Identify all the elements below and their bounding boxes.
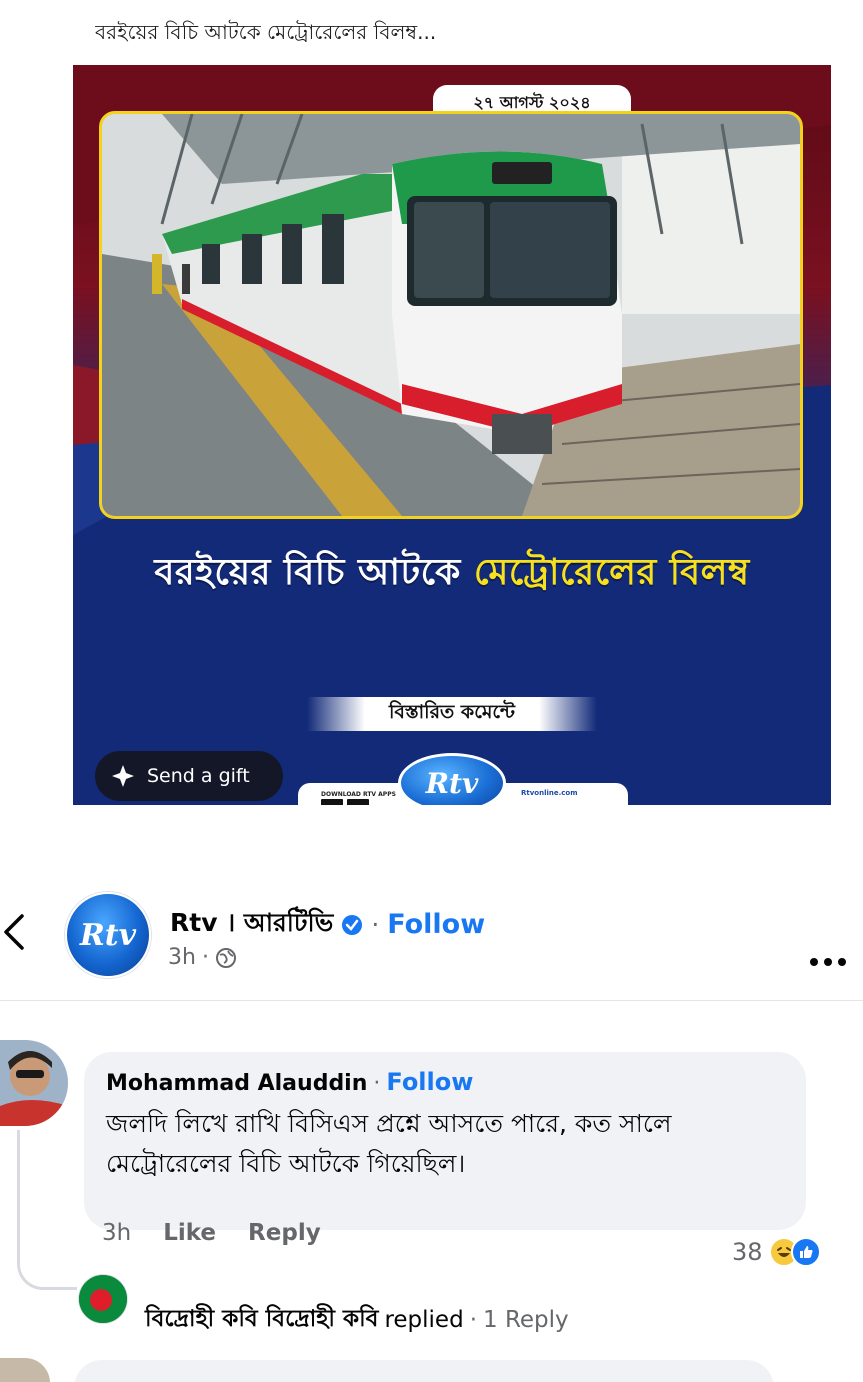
back-icon[interactable] <box>0 910 30 954</box>
replier-name: বিদ্রোহী কবি বিদ্রোহী কবি <box>145 1306 379 1332</box>
post-caption: বরইয়ের বিচি আটকে মেট্রোরেলের বিলম্ব... <box>95 20 437 44</box>
headline-yellow: মেট্রোরেলের বিলম্ব <box>473 552 750 593</box>
meta-dot: · <box>201 945 209 970</box>
comment-text: জলদি লিখে রাখি বিসিএস প্রশ্নে আসতে পারে,… <box>106 1109 672 1178</box>
follow-page-button[interactable]: Follow <box>387 909 485 940</box>
reply-verb: replied <box>384 1306 464 1333</box>
next-comment-bubble <box>74 1360 774 1382</box>
rtv-logo: Rtv <box>398 753 506 805</box>
comment-author-row: Mohammad Alauddin · Follow <box>106 1068 784 1096</box>
comment-reply-button[interactable]: Reply <box>248 1220 321 1246</box>
header-divider <box>0 1000 863 1030</box>
metro-train-photo <box>99 111 803 519</box>
like-reaction-icon <box>790 1237 821 1267</box>
google-play-badge-icon <box>321 799 343 805</box>
post-time[interactable]: 3h <box>168 945 196 970</box>
reply-summary[interactable]: বিদ্রোহী কবি বিদ্রোহী কবি replied · 1 Re… <box>145 1300 569 1339</box>
app-store-badge-icon <box>347 799 369 805</box>
post-meta: 3h · <box>168 945 237 970</box>
rtv-site: Rtvonline.com <box>521 789 578 797</box>
commenter-avatar[interactable] <box>0 1040 68 1126</box>
thread-line <box>17 1130 77 1290</box>
verified-badge-icon <box>341 914 363 936</box>
page-avatar[interactable]: Rtv <box>65 892 151 978</box>
comment-author[interactable]: Mohammad Alauddin <box>106 1071 367 1096</box>
comment-like-button[interactable]: Like <box>163 1220 216 1246</box>
comment-follow-button[interactable]: Follow <box>386 1068 473 1096</box>
details-label: বিস্তারিত কমেন্টে <box>307 697 597 731</box>
replier-avatar[interactable] <box>78 1274 128 1324</box>
headline: বরইয়ের বিচি আটকে মেট্রোরেলের বিলম্ব <box>73 545 831 605</box>
next-commenter-avatar[interactable] <box>0 1358 50 1382</box>
reply-count: 1 Reply <box>483 1306 569 1333</box>
globe-icon <box>215 947 237 969</box>
header-separator: · <box>371 910 380 939</box>
download-label: DOWNLOAD RTV APPS <box>321 791 396 798</box>
page-name[interactable]: Rtv । আরটিভি <box>170 903 333 946</box>
more-options-icon[interactable] <box>808 952 848 972</box>
send-gift-label: Send a gift <box>147 765 250 787</box>
comment-actions: 3h Like Reply <box>102 1220 321 1246</box>
post-image[interactable]: ২৭ আগস্ট ২০২৪ বরইয়ের বিচি আটকে মেট্রোরে… <box>73 65 831 805</box>
comment-reactions[interactable]: 38 <box>732 1237 821 1267</box>
reaction-icons <box>768 1237 821 1267</box>
headline-white: বরইয়ের বিচি আটকে <box>154 552 461 593</box>
reply-separator: · <box>469 1306 477 1333</box>
comment-bubble: Mohammad Alauddin · Follow জলদি লিখে রাখ… <box>84 1052 806 1230</box>
gift-sparkle-icon <box>109 762 137 790</box>
comment-time: 3h <box>102 1220 132 1246</box>
reaction-count: 38 <box>732 1238 763 1266</box>
page-name-row: Rtv । আরটিভি · Follow <box>170 903 485 946</box>
send-gift-button[interactable]: Send a gift <box>95 751 283 801</box>
comment-separator: · <box>373 1071 381 1096</box>
